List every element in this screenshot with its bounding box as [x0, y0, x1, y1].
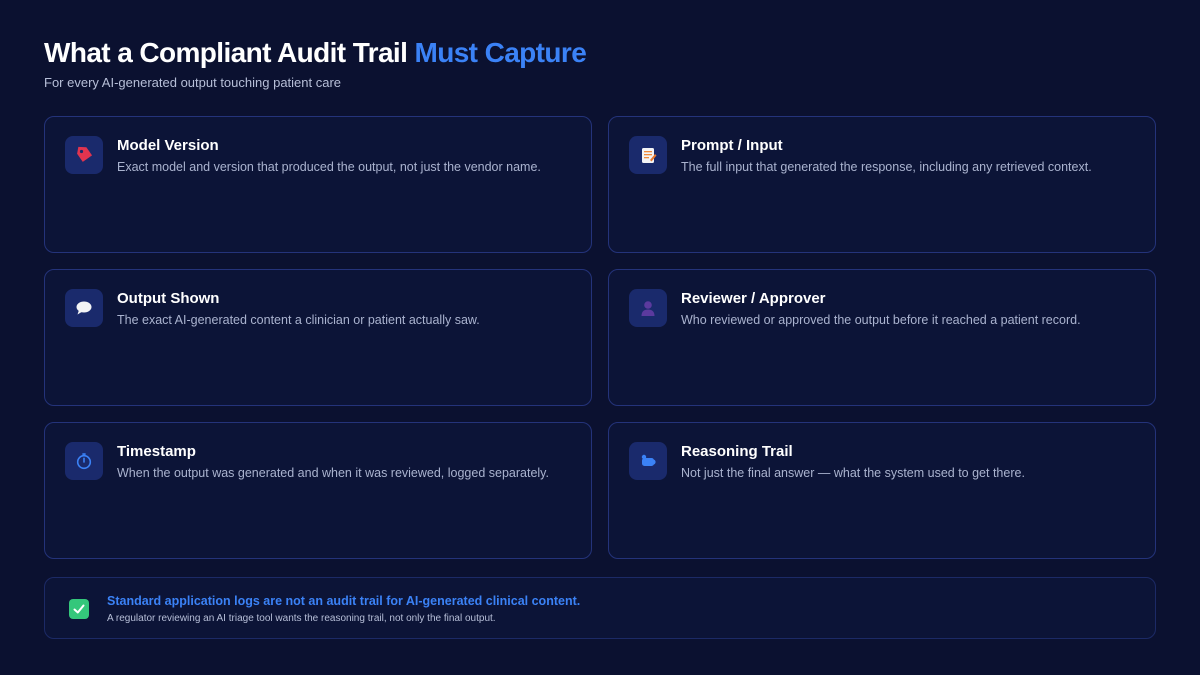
card-title: Output Shown — [117, 290, 220, 307]
card-title: Reasoning Trail — [681, 443, 793, 460]
card-description: Exact model and version that produced th… — [117, 160, 541, 174]
card-timestamp: Timestamp When the output was generated … — [44, 422, 592, 559]
speech-bubble-icon — [65, 289, 103, 327]
card-title: Prompt / Input — [681, 137, 783, 154]
callout-box: Standard application logs are not an aud… — [44, 577, 1156, 639]
card-reasoning-trail: Reasoning Trail Not just the final answe… — [608, 422, 1156, 559]
card-description: The full input that generated the respon… — [681, 160, 1092, 174]
card-model-version: Model Version Exact model and version th… — [44, 116, 592, 253]
page-title: What a Compliant Audit Trail Must Captur… — [44, 36, 587, 70]
card-title: Model Version — [117, 137, 219, 154]
thought-trail-icon — [629, 442, 667, 480]
card-title: Reviewer / Approver — [681, 290, 826, 307]
callout-subtitle: A regulator reviewing an AI triage tool … — [107, 613, 496, 624]
memo-icon — [629, 136, 667, 174]
tag-icon — [65, 136, 103, 174]
stopwatch-icon — [65, 442, 103, 480]
card-output-shown: Output Shown The exact AI-generated cont… — [44, 269, 592, 406]
person-icon — [629, 289, 667, 327]
title-accent: Must Capture — [414, 37, 587, 68]
card-description: When the output was generated and when i… — [117, 466, 549, 480]
title-main: What a Compliant Audit Trail — [44, 37, 415, 68]
card-reviewer-approver: Reviewer / Approver Who reviewed or appr… — [608, 269, 1156, 406]
card-title: Timestamp — [117, 443, 196, 460]
page-subtitle: For every AI-generated output touching p… — [44, 75, 342, 90]
slide: What a Compliant Audit Trail Must Captur… — [0, 0, 1200, 675]
card-description: The exact AI-generated content a clinici… — [117, 313, 480, 327]
callout-title: Standard application logs are not an aud… — [107, 594, 581, 608]
card-prompt-input: Prompt / Input The full input that gener… — [608, 116, 1156, 253]
card-grid: Model Version Exact model and version th… — [44, 116, 1156, 559]
check-icon — [69, 599, 89, 619]
card-description: Not just the final answer — what the sys… — [681, 466, 1025, 480]
card-description: Who reviewed or approved the output befo… — [681, 313, 1081, 327]
